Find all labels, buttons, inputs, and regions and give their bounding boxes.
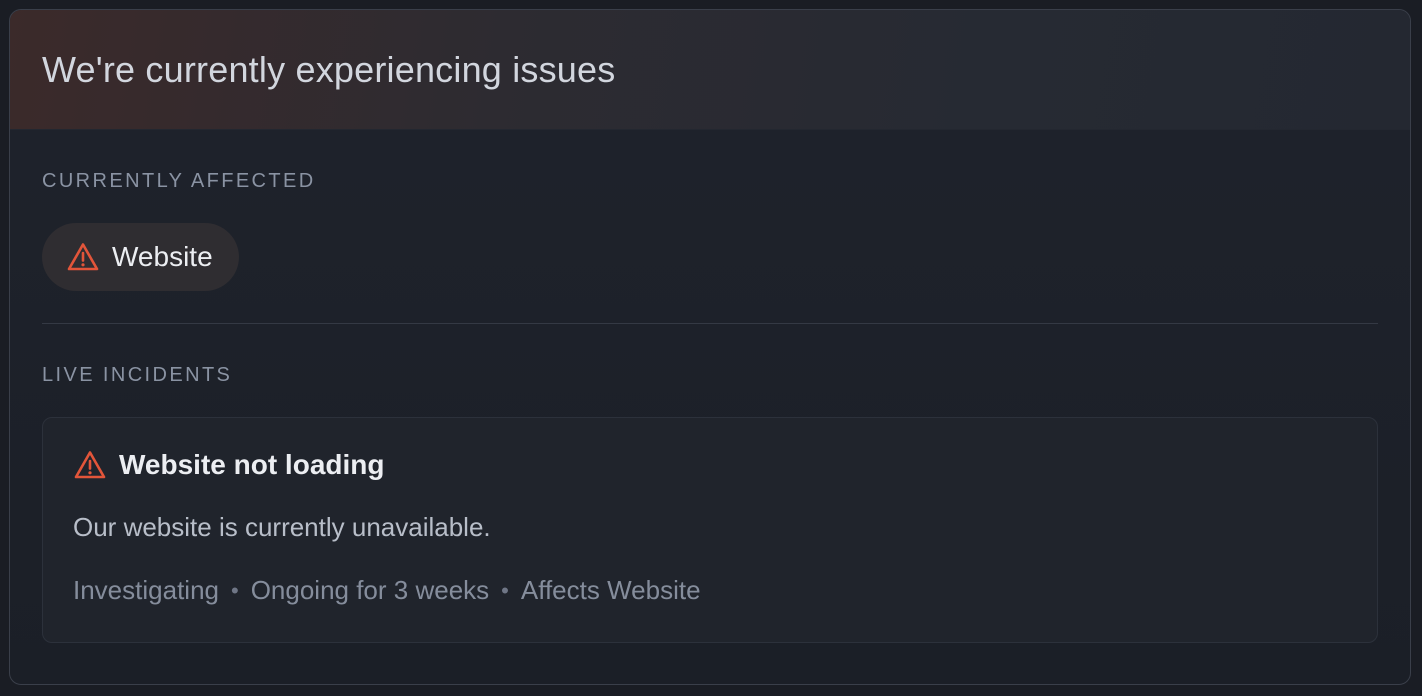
incident-meta: Investigating • Ongoing for 3 weeks • Af…	[73, 575, 1347, 606]
meta-separator: •	[501, 577, 509, 603]
live-incidents-section: LIVE INCIDENTS Website not loading Our w…	[10, 324, 1410, 643]
incident-affects: Affects Website	[520, 575, 701, 605]
incident-description: Our website is currently unavailable.	[73, 512, 491, 542]
incident-card[interactable]: Website not loading Our website is curre…	[42, 417, 1378, 643]
live-incidents-label: LIVE INCIDENTS	[42, 364, 233, 386]
incident-title-row: Website not loading	[73, 448, 1347, 482]
status-title: We're currently experiencing issues	[42, 48, 616, 90]
warning-triangle-icon	[73, 448, 107, 482]
incident-duration: Ongoing for 3 weeks	[250, 575, 490, 605]
currently-affected-label: CURRENTLY AFFECTED	[42, 170, 316, 192]
status-card: We're currently experiencing issues CURR…	[9, 9, 1411, 685]
warning-triangle-icon	[66, 240, 100, 274]
status-header: We're currently experiencing issues	[10, 10, 1410, 130]
meta-separator: •	[230, 577, 239, 603]
incident-title[interactable]: Website not loading	[119, 449, 384, 481]
currently-affected-section: CURRENTLY AFFECTED Website	[10, 130, 1410, 291]
incident-status: Investigating	[73, 575, 219, 605]
affected-component-name: Website	[112, 241, 213, 272]
affected-component-pill[interactable]: Website	[42, 223, 239, 291]
